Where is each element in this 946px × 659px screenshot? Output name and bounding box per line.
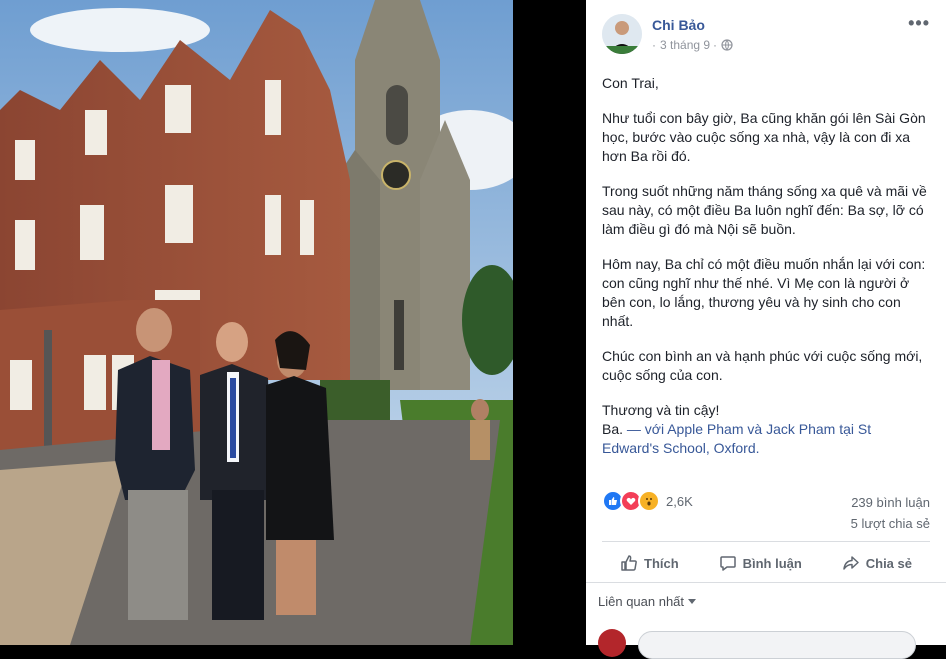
divider [586, 582, 946, 583]
sort-label: Liên quan nhất [598, 594, 685, 609]
signature-name: Ba. [602, 421, 624, 437]
action-bar: Thích Bình luận Chia sẻ [602, 548, 930, 578]
share-button[interactable]: Chia sẻ [824, 554, 930, 572]
share-label: Chia sẻ [865, 555, 912, 571]
paragraph: Như tuổi con bây giờ, Ba cũng khăn gói l… [602, 110, 926, 164]
meta-separator: · [713, 38, 718, 52]
share-icon [842, 556, 859, 570]
post-meta: · 3 tháng 9 · [652, 38, 733, 52]
paragraph: Con Trai, [602, 75, 659, 91]
comment-composer [598, 629, 916, 659]
reaction-summary[interactable]: 2,6K [602, 490, 693, 512]
comment-input[interactable] [638, 631, 916, 659]
end-punct: . [755, 440, 760, 456]
comment-count[interactable]: 239 bình luận [851, 492, 930, 513]
like-button[interactable]: Thích [602, 554, 697, 572]
more-options-icon[interactable]: ••• [908, 14, 930, 32]
post-photo[interactable] [0, 0, 513, 645]
divider [602, 541, 930, 542]
reaction-count[interactable]: 2,6K [666, 494, 693, 509]
at-word: tại [839, 421, 855, 437]
with-prefix: — với [626, 421, 665, 437]
caret-down-icon [688, 598, 697, 604]
post-date[interactable]: 3 tháng 9 [660, 38, 710, 52]
photo-image [0, 0, 513, 645]
post-message: Con Trai, Như tuổi con bây giờ, Ba cũng … [602, 74, 932, 458]
viewer-backdrop [513, 0, 586, 645]
wow-icon [638, 490, 660, 512]
comment-sort-dropdown[interactable]: Liên quan nhất [598, 594, 697, 609]
tag-link[interactable]: Apple Pham [667, 421, 743, 437]
signature-line: Ba. — với Apple Pham và Jack Pham tại St… [602, 420, 932, 458]
post-panel: Chi Bảo · 3 tháng 9 · ••• Con Trai, Như … [586, 0, 946, 659]
paragraph: Hôm nay, Ba chỉ có một điều muốn nhắn lạ… [602, 256, 926, 329]
paragraph: Chúc con bình an và hạnh phúc với cuộc s… [602, 348, 923, 383]
comment-button[interactable]: Bình luận [701, 554, 820, 572]
thumbs-up-icon [621, 555, 637, 571]
and-word: và [747, 421, 763, 437]
engagement-counts: 239 bình luận 5 lượt chia sẻ [851, 492, 930, 534]
paragraph: Trong suốt những năm tháng sống xa quê v… [602, 183, 927, 237]
share-count[interactable]: 5 lượt chia sẻ [851, 513, 930, 534]
paragraph: Thương và tin cậy! [602, 402, 720, 418]
meta-separator: · [652, 38, 656, 52]
globe-icon[interactable] [721, 39, 733, 51]
comment-label: Bình luận [742, 555, 802, 571]
comment-icon [719, 556, 736, 571]
avatar[interactable] [602, 14, 642, 54]
author-name[interactable]: Chi Bảo [652, 17, 705, 33]
like-label: Thích [644, 555, 679, 571]
avatar [598, 629, 626, 657]
tag-link[interactable]: Jack Pham [766, 421, 835, 437]
post-header: Chi Bảo · 3 tháng 9 · ••• [602, 14, 934, 56]
